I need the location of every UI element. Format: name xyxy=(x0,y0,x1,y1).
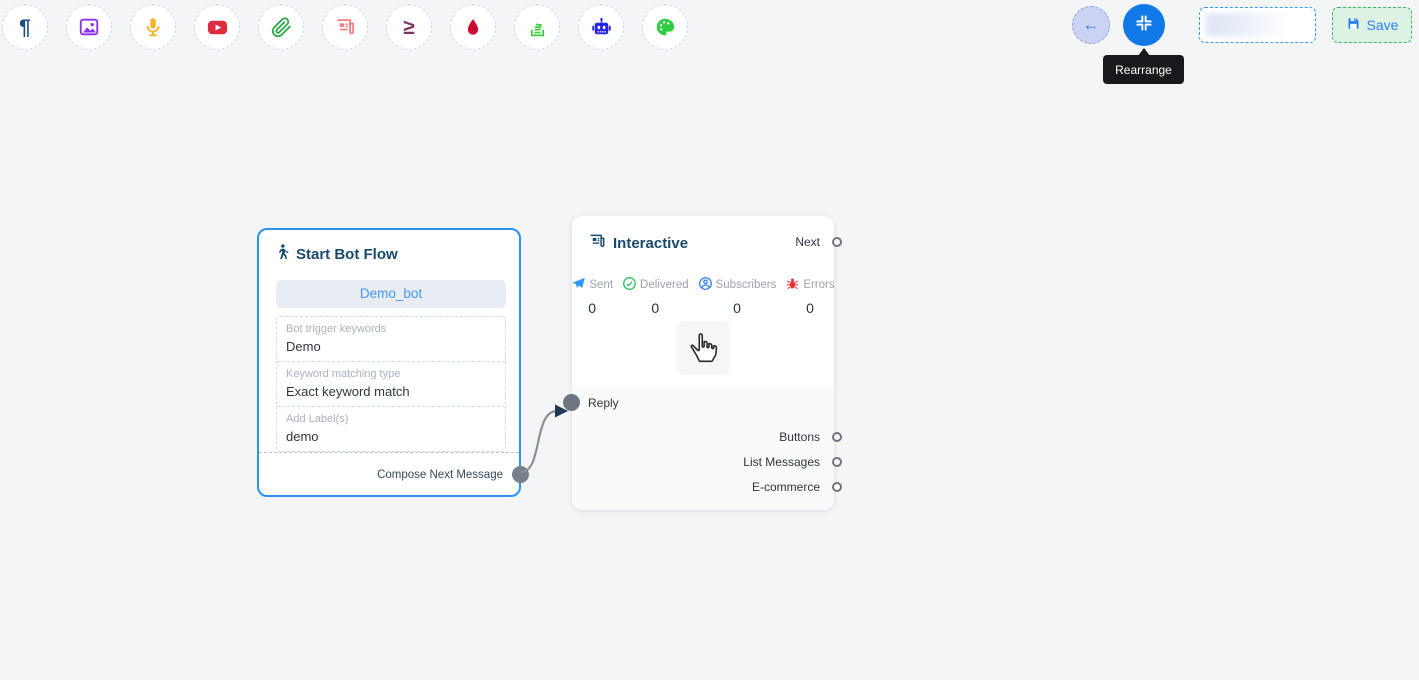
ecommerce-output-connector[interactable] xyxy=(832,482,842,492)
field-value: demo xyxy=(286,429,496,444)
walking-person-icon xyxy=(275,244,289,265)
paperclip-icon xyxy=(271,17,292,38)
stat-label: Delivered xyxy=(640,279,689,291)
stat-delivered: Delivered 0 xyxy=(622,276,689,316)
toolbar-sequence-element[interactable] xyxy=(514,4,560,50)
toolbar-audio-element[interactable] xyxy=(130,4,176,50)
newspaper-icon xyxy=(334,16,356,38)
interactive-node-title: Interactive xyxy=(613,235,688,252)
toolbar-condition-element[interactable]: ≥ xyxy=(386,4,432,50)
stack-icon xyxy=(527,17,548,38)
output-ecommerce[interactable]: E-commerce xyxy=(752,474,834,499)
buttons-output-connector[interactable] xyxy=(832,432,842,442)
field-value: Demo xyxy=(286,339,496,354)
stat-errors: Errors 0 xyxy=(785,276,834,316)
field-value: Exact keyword match xyxy=(286,384,496,399)
field-label: Bot trigger keywords xyxy=(286,323,496,335)
output-label: Buttons xyxy=(779,430,820,444)
output-buttons[interactable]: Buttons xyxy=(779,424,834,449)
field-keyword-matching-type[interactable]: Keyword matching type Exact keyword matc… xyxy=(277,361,505,406)
palette-icon xyxy=(654,16,676,38)
next-output-connector[interactable] xyxy=(832,237,842,247)
field-bot-trigger-keywords[interactable]: Bot trigger keywords Demo xyxy=(277,317,505,361)
toolbar-interactive-element[interactable] xyxy=(322,4,368,50)
toolbar-template-element[interactable] xyxy=(642,4,688,50)
rearrange-button[interactable] xyxy=(1123,4,1165,46)
stat-value: 0 xyxy=(733,300,741,316)
bug-icon xyxy=(785,276,800,294)
stat-label: Subscribers xyxy=(716,279,777,291)
toolbar-video-element[interactable] xyxy=(194,4,240,50)
field-label: Keyword matching type xyxy=(286,368,496,380)
output-next[interactable]: Next xyxy=(795,229,834,254)
interactive-node[interactable]: Interactive Sent 0 Delivered 0 Subscribe… xyxy=(572,216,834,510)
toolbar-text-element[interactable]: ¶ xyxy=(2,4,48,50)
start-bot-flow-node[interactable]: Start Bot Flow Demo_bot Bot trigger keyw… xyxy=(257,228,521,497)
bot-name-value: Demo_bot xyxy=(360,286,422,301)
output-label: List Messages xyxy=(743,455,820,469)
stat-value: 0 xyxy=(651,300,659,316)
subscriber-icon xyxy=(698,276,713,294)
tooltip-label: Rearrange xyxy=(1115,63,1172,77)
droplet-icon xyxy=(463,17,483,37)
save-icon xyxy=(1346,16,1361,34)
stat-subscribers: Subscribers 0 xyxy=(698,276,777,316)
stat-label: Errors xyxy=(803,279,834,291)
stats-row: Sent 0 Delivered 0 Subscribers 0 Errors … xyxy=(572,276,834,316)
list-messages-output-connector[interactable] xyxy=(832,457,842,467)
check-circle-icon xyxy=(622,276,637,294)
toolbar-file-element[interactable] xyxy=(258,4,304,50)
bot-name-field[interactable]: Demo_bot xyxy=(276,280,506,308)
field-add-labels[interactable]: Add Label(s) demo xyxy=(277,406,505,451)
toolbar-image-element[interactable] xyxy=(66,4,112,50)
rearrange-icon xyxy=(1134,13,1154,38)
toolbar-drip-element[interactable] xyxy=(450,4,496,50)
element-toolbar: ¶ ≥ xyxy=(2,4,688,50)
save-button[interactable]: Save xyxy=(1332,7,1412,43)
flow-name-input[interactable] xyxy=(1199,7,1316,43)
microphone-icon xyxy=(142,16,164,38)
compose-output-connector[interactable] xyxy=(512,466,529,483)
output-label: E-commerce xyxy=(752,480,820,494)
stat-sent: Sent 0 xyxy=(571,276,613,316)
interactive-node-sockets: Reply Next Buttons List Messages E-comme… xyxy=(572,386,834,510)
robot-icon xyxy=(590,16,613,39)
stat-value: 0 xyxy=(588,300,596,316)
rearrange-tooltip: Rearrange xyxy=(1103,55,1184,84)
stat-label: Sent xyxy=(589,279,613,291)
flow-name-blurred-value xyxy=(1206,13,1309,37)
start-node-header: Start Bot Flow xyxy=(259,230,519,265)
toolbar-bot-element[interactable] xyxy=(578,4,624,50)
compose-next-message-label: Compose Next Message xyxy=(377,469,503,481)
arrow-left-icon: ← xyxy=(1083,15,1100,35)
compose-next-message[interactable]: Compose Next Message xyxy=(259,452,519,497)
image-icon xyxy=(78,16,100,38)
send-icon xyxy=(571,276,586,294)
field-label: Add Label(s) xyxy=(286,413,496,425)
start-node-title: Start Bot Flow xyxy=(296,246,398,263)
pilcrow-icon: ¶ xyxy=(19,17,31,38)
reply-input-label: Reply xyxy=(588,396,619,410)
save-button-label: Save xyxy=(1367,17,1399,33)
gte-icon: ≥ xyxy=(403,17,415,38)
newspaper-icon xyxy=(588,232,606,254)
start-node-fields[interactable]: Bot trigger keywords Demo Keyword matchi… xyxy=(276,316,506,452)
output-list-messages[interactable]: List Messages xyxy=(743,449,834,474)
stat-value: 0 xyxy=(806,300,814,316)
output-label: Next xyxy=(795,235,820,249)
reply-input-connector[interactable] xyxy=(563,394,580,411)
back-button[interactable]: ← xyxy=(1072,6,1110,44)
youtube-icon xyxy=(206,16,229,39)
